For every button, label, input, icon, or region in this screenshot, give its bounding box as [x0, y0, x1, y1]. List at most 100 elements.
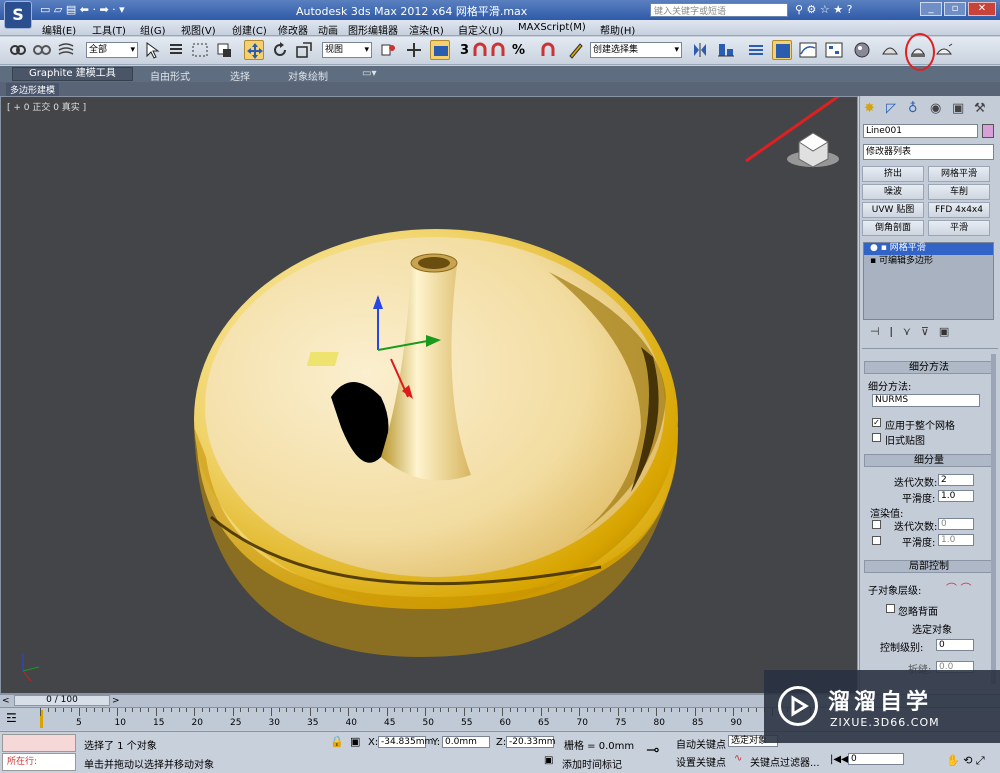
modify-tab-icon[interactable]: ◸ [886, 101, 896, 116]
selection-filter-dropdown[interactable]: 全部 [86, 42, 138, 58]
rollout-subdivision-method[interactable]: 细分方法 [864, 361, 994, 374]
menu-item-9[interactable]: 自定义(U) [458, 22, 503, 37]
menu-item-7[interactable]: 图形编辑器 [348, 22, 398, 37]
render-setup-icon[interactable] [880, 40, 900, 60]
prev-frame-icon[interactable]: < [2, 696, 12, 706]
stack-item-meshsmooth[interactable]: ● ▪ 网格平滑 [864, 243, 993, 255]
select-and-scale-icon[interactable] [294, 40, 314, 60]
perspective-viewport[interactable]: [ + 0 正交 0 真实 ] [0, 96, 858, 694]
menu-item-4[interactable]: 创建(C) [232, 22, 267, 37]
menu-item-6[interactable]: 动画 [318, 22, 338, 37]
ribbon-tab-selection[interactable]: 选择 [230, 68, 250, 83]
subdivision-method-dropdown[interactable]: NURMS [872, 394, 980, 407]
select-manipulate-icon[interactable] [404, 40, 424, 60]
select-by-name-icon[interactable] [166, 40, 186, 60]
maximize-button[interactable]: ▫ [944, 2, 966, 16]
old-style-mapping-checkbox[interactable] [872, 433, 881, 442]
key-filter-icon[interactable]: ∿ [734, 753, 742, 764]
menu-item-2[interactable]: 组(G) [140, 22, 166, 37]
iterations-spinner[interactable]: 2 [938, 474, 974, 486]
ribbon-tab-freeform[interactable]: 自由形式 [150, 68, 190, 83]
current-frame-field[interactable]: 0 [848, 753, 904, 765]
menu-item-10[interactable]: MAXScript(M) [518, 22, 586, 33]
percent-snap-toggle[interactable]: % [512, 43, 525, 58]
ribbon-options-icon[interactable]: ▭▾ [362, 68, 376, 79]
menu-item-11[interactable]: 帮助(H) [600, 22, 635, 37]
rollout-subdivision-amount[interactable]: 细分量 [864, 454, 994, 467]
unlink-icon[interactable] [32, 40, 52, 60]
x-coordinate-field[interactable]: -34.835mm [378, 736, 433, 748]
viewcube-icon[interactable] [787, 132, 839, 168]
modifier-smooth-button[interactable]: 平滑 [928, 220, 990, 236]
render-iterations-spinner[interactable]: 0 [938, 518, 974, 530]
modifier-meshsmooth-button[interactable]: 网格平滑 [928, 166, 990, 182]
object-color-swatch[interactable] [982, 124, 994, 138]
rect-selection-icon[interactable] [190, 40, 210, 60]
goto-start-icon[interactable]: |◀◀ [830, 754, 849, 765]
menu-item-3[interactable]: 视图(V) [181, 22, 216, 37]
graphite-toggle-icon[interactable] [772, 40, 792, 60]
time-slider-thumb[interactable]: 0 / 100 [14, 695, 110, 706]
command-panel-scrollbar[interactable] [991, 354, 996, 684]
add-time-tag-button[interactable]: 添加时间标记 [562, 756, 622, 771]
modifier-list-dropdown[interactable]: 修改器列表 [863, 144, 994, 160]
smoothness-spinner[interactable]: 1.0 [938, 490, 974, 502]
close-button[interactable]: ✕ [968, 2, 996, 16]
render-production-icon[interactable] [934, 40, 954, 60]
z-coordinate-field[interactable]: -20.33mm [506, 736, 556, 748]
align-icon[interactable] [716, 40, 736, 60]
modifier-noise-button[interactable]: 噪波 [862, 184, 924, 200]
magnet-snap-icon[interactable] [470, 40, 490, 60]
lock-selection-icon[interactable]: 🔒 [330, 735, 344, 748]
display-tab-icon[interactable]: ▣ [952, 101, 964, 116]
minimize-button[interactable]: _ [920, 2, 942, 16]
maxscript-listener[interactable] [2, 734, 76, 752]
window-crossing-icon[interactable] [214, 40, 234, 60]
keyboard-shortcut-icon[interactable] [430, 40, 450, 60]
select-and-rotate-icon[interactable] [270, 40, 290, 60]
apply-whole-mesh-checkbox[interactable]: ✓ [872, 418, 881, 427]
angle-snap-icon[interactable] [488, 40, 508, 60]
modifier-uvw-map-button[interactable]: UVW 贴图 [862, 202, 924, 218]
stack-item-editable-poly[interactable]: ▪ 可编辑多边形 [864, 256, 993, 268]
control-level-spinner[interactable]: 0 [936, 639, 974, 651]
sublevel-vertex-edge-icons[interactable]: ⌒ ⌒ [946, 580, 972, 596]
ribbon-tab-graphite[interactable]: Graphite 建模工具 [12, 67, 133, 81]
render-smoothness-checkbox[interactable] [872, 536, 881, 545]
menu-item-5[interactable]: 修改器 [278, 22, 308, 37]
auto-key-button[interactable]: 自动关键点 [676, 736, 726, 751]
material-editor-icon[interactable] [852, 40, 872, 60]
object-name-field[interactable]: Line001 [863, 124, 978, 138]
schematic-view-icon[interactable] [824, 40, 844, 60]
key-mode-icon[interactable]: ⊸ [646, 740, 659, 759]
stack-tools-icons[interactable]: ⊣ǀ⋎⊽▣ [870, 325, 994, 339]
modifier-ffd-button[interactable]: FFD 4x4x4 [928, 202, 990, 218]
select-and-move-icon[interactable] [244, 40, 264, 60]
mini-curve-editor-icon[interactable]: ☲ [6, 711, 17, 725]
create-tab-icon[interactable]: ✸ [864, 101, 875, 116]
key-filters-button[interactable]: 关键点过滤器... [750, 754, 820, 769]
mirror-icon[interactable] [690, 40, 710, 60]
reference-coord-dropdown[interactable]: 视图 [322, 42, 372, 58]
menu-item-8[interactable]: 渲染(R) [409, 22, 444, 37]
edit-named-selection-icon[interactable] [566, 40, 586, 60]
snap-3d-toggle[interactable]: 3 [460, 43, 469, 58]
ignore-backfacing-checkbox[interactable] [886, 604, 895, 613]
search-tools-icons[interactable]: ⚲ ⚙ ☆ ★ ? [795, 3, 885, 17]
modifier-extrude-button[interactable]: 挤出 [862, 166, 924, 182]
search-input[interactable]: 键入关键字或短语 [650, 3, 788, 17]
hierarchy-tab-icon[interactable]: ♁ [908, 101, 918, 116]
curve-editor-icon[interactable] [798, 40, 818, 60]
menu-item-0[interactable]: 编辑(E) [42, 22, 76, 37]
render-iterations-checkbox[interactable] [872, 520, 881, 529]
modifier-lathe-button[interactable]: 车削 [928, 184, 990, 200]
bind-spacewarp-icon[interactable] [56, 40, 76, 60]
time-tag-icon[interactable]: ▣ [544, 755, 553, 766]
utilities-tab-icon[interactable]: ⚒ [974, 101, 986, 116]
link-icon[interactable] [8, 40, 28, 60]
menu-item-1[interactable]: 工具(T) [92, 22, 126, 37]
set-key-button[interactable]: 设置关键点 [676, 754, 726, 769]
select-object-icon[interactable] [142, 40, 162, 60]
named-selection-dropdown[interactable]: 创建选择集 [590, 42, 682, 58]
script-mini-listener[interactable]: 所在行: [2, 753, 76, 771]
